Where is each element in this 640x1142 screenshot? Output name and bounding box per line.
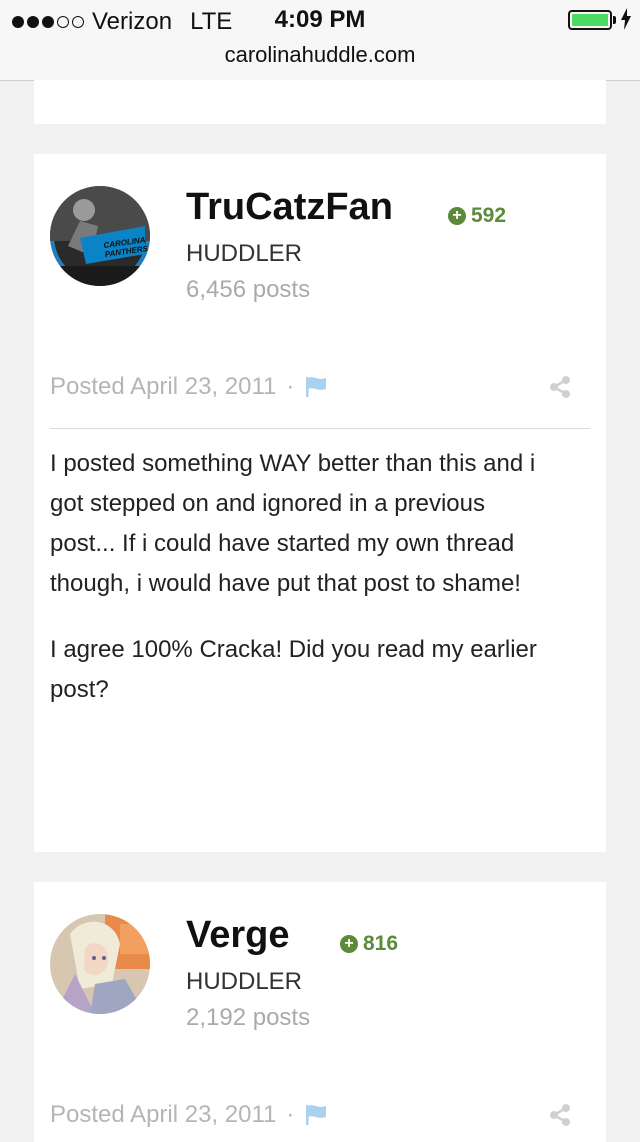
meta-separator: · [286,1101,295,1128]
post-card: Verge + 816 HUDDLER 2,192 posts Posted A… [34,882,606,1142]
posted-date: Posted April 23, 2011 [50,1101,277,1128]
status-bar: Verizon LTE 4:09 PM carolinahuddle.com [0,0,640,81]
reputation-count: 592 [471,204,507,227]
post-count: 6,456 posts [186,276,311,303]
reputation-badge: + 592 [448,204,506,228]
post-paragraph: I agree 100% Cracka! Did you read my ear… [50,636,537,703]
battery-icon [568,10,612,30]
post-card: CAROLINA PANTHERS TruCatzFan + 592 HUDDL… [34,154,606,852]
plus-circle-icon: + [448,207,466,225]
reputation-count: 816 [363,932,399,955]
charging-bolt-icon [621,8,631,30]
post-meta: Posted April 23, 2011 · [50,373,328,401]
plus-circle-icon: + [340,935,358,953]
post-paragraph: I posted something WAY better than this … [50,450,536,597]
avatar-image [50,914,150,1014]
post-divider [50,428,590,429]
post-count: 2,192 posts [186,1004,311,1031]
avatar[interactable]: CAROLINA PANTHERS [50,186,150,286]
post-meta: Posted April 23, 2011 · [50,1101,328,1129]
member-rank: HUDDLER [186,968,303,995]
share-icon[interactable] [548,375,572,399]
avatar[interactable] [50,914,150,1014]
posted-date: Posted April 23, 2011 [50,373,277,400]
flag-icon[interactable] [304,375,328,399]
author-name[interactable]: Verge [186,914,290,957]
share-icon[interactable] [548,1103,572,1127]
author-name[interactable]: TruCatzFan [186,186,393,229]
address-bar-url[interactable]: carolinahuddle.com [0,42,640,68]
meta-separator: · [286,373,295,400]
status-time: 4:09 PM [274,6,366,33]
post-content: I posted something WAY better than this … [50,444,550,736]
previous-post-card [34,80,606,124]
reputation-badge: + 816 [340,932,398,956]
member-rank: HUDDLER [186,240,303,267]
flag-icon[interactable] [304,1103,328,1127]
